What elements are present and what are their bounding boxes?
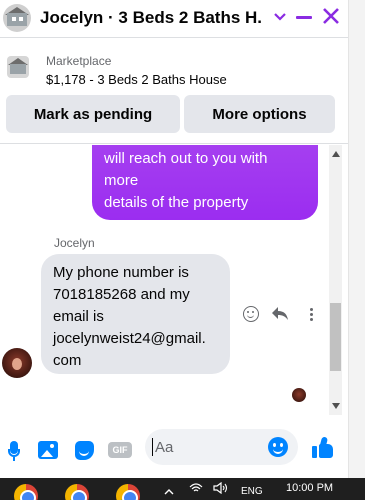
chevron-down-icon[interactable] [274,9,286,27]
language-indicator[interactable]: ENG [241,486,263,497]
reply-icon[interactable] [271,305,289,323]
chrome-icon[interactable] [14,484,38,500]
scrollbar-thumb[interactable] [330,303,341,371]
window-edge [348,0,365,478]
microphone-icon[interactable] [7,441,21,461]
text-caret [152,438,153,456]
more-icon[interactable] [302,305,320,323]
sender-name: Jocelyn [54,236,95,250]
mark-as-pending-button[interactable]: Mark as pending [6,95,180,133]
close-icon[interactable] [322,7,340,29]
minimize-icon[interactable] [296,16,312,19]
image-icon[interactable] [38,441,58,459]
emoji-icon[interactable] [268,437,288,457]
seen-indicator-avatar [292,388,306,402]
marketplace-listing[interactable]: Marketplace $1,178 - 3 Beds 2 Baths Hous… [0,44,348,90]
incoming-message[interactable]: My phone number is 7018185268 and my ema… [41,254,230,374]
listing-avatar[interactable] [3,3,31,32]
avatar[interactable] [2,348,32,378]
message-composer: GIF Aa [0,425,348,475]
window-controls [274,7,340,29]
listing-title: $1,178 - 3 Beds 2 Baths House [46,72,227,87]
divider [0,143,348,144]
react-icon[interactable] [242,305,260,323]
scroll-up-arrow-icon[interactable] [332,151,340,157]
tray-expand-icon[interactable] [164,486,174,498]
chat-title[interactable]: Jocelyn · 3 Beds 2 Baths H... [40,8,262,28]
chrome-icon[interactable] [65,484,89,500]
message-placeholder: Aa [155,439,174,456]
network-icon[interactable] [189,482,203,497]
marketplace-label: Marketplace [46,54,112,68]
clock[interactable]: 10:00 PM [286,482,333,494]
thumbs-up-icon[interactable] [312,436,334,459]
volume-icon[interactable] [213,481,229,497]
scrollbar[interactable] [329,145,342,415]
chat-header: Jocelyn · 3 Beds 2 Baths H... [0,0,348,35]
sticker-icon[interactable] [75,441,94,460]
gif-icon[interactable]: GIF [108,442,132,458]
divider [0,37,348,38]
message-input[interactable]: Aa [145,429,298,465]
more-options-button[interactable]: More options [184,95,335,133]
listing-thumbnail [7,56,29,78]
chrome-icon[interactable] [116,484,140,500]
scroll-down-arrow-icon[interactable] [332,403,340,409]
outgoing-message[interactable]: will reach out to you with more details … [92,145,318,220]
os-taskbar: ENG 10:00 PM [0,478,365,500]
